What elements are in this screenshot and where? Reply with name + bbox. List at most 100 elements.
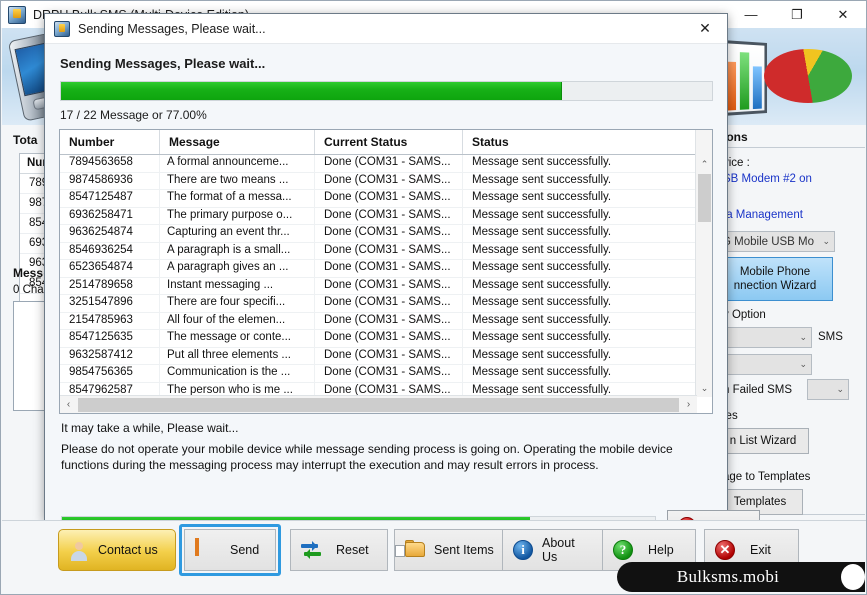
table-cell-number: 9636254874 xyxy=(60,225,160,242)
mobile-phone-connection-wizard-button[interactable]: Mobile Phone nnection Wizard xyxy=(717,257,833,301)
right-panel-fragment: ions vice : SB Modem #2 on ta Management… xyxy=(717,125,867,515)
table-cell-message: The message or conte... xyxy=(160,330,315,347)
scroll-up-icon[interactable]: ⌃ xyxy=(696,156,712,173)
chevron-down-icon: ⌄ xyxy=(836,384,844,394)
table-row[interactable]: 8547125635 The message or conte... Done (C… xyxy=(60,330,712,348)
table-cell-message: Put all three elements ... xyxy=(160,347,315,364)
table-cell-current: Done (COM31 - SAMS... xyxy=(315,260,463,277)
chevron-down-icon: ⌄ xyxy=(799,359,807,369)
failed-sms-select[interactable]: ⌄ xyxy=(807,379,849,400)
close-button[interactable]: ✕ xyxy=(820,1,866,28)
progress-status-text: 17 / 22 Message or 77.00% xyxy=(60,108,207,122)
table-cell-status: Message sent successfully. xyxy=(472,331,612,343)
table-cell-status: Message sent successfully. xyxy=(472,261,612,273)
table-cell-status: Message sent successfully. xyxy=(472,208,612,221)
table-row[interactable]: 8546936254 A paragraph is a small... Done … xyxy=(60,242,712,260)
table-cell-message: There are four specifi... xyxy=(160,295,315,312)
table-cell-number: 7894563658 xyxy=(60,155,160,172)
bottom-toolbar: Contact us Send Reset Sent Items i About… xyxy=(2,520,866,593)
scroll-left-icon[interactable]: ‹ xyxy=(60,399,77,410)
send-button[interactable]: Send xyxy=(184,529,276,571)
column-header-current-status[interactable]: Current Status xyxy=(315,130,463,154)
secondary-select[interactable]: ⌄ xyxy=(717,354,812,375)
grid-vertical-scrollbar[interactable]: ⌃ ⌄ xyxy=(695,130,712,397)
table-cell-message: Capturing an event thr... xyxy=(160,225,315,242)
sent-items-label: Sent Items xyxy=(434,543,494,557)
table-row[interactable]: 9632587412 Put all three elements ... Don… xyxy=(60,347,712,365)
table-cell-status: Message sent successfully. xyxy=(472,278,612,291)
chevron-down-icon: ⌄ xyxy=(799,332,807,342)
table-row[interactable]: 9854756365 Communication is the ... Done (… xyxy=(60,365,712,383)
dialog-app-icon xyxy=(54,20,70,37)
table-cell-status: Message sent successfully. xyxy=(472,191,612,203)
reset-label: Reset xyxy=(336,543,369,557)
table-row[interactable]: 2514789658 Instant messaging ... Done (COM… xyxy=(60,277,712,295)
grid-horizontal-scrollbar[interactable]: ‹ › xyxy=(60,395,697,413)
info-icon: i xyxy=(513,540,535,560)
delivery-option-select[interactable]: ⌄ xyxy=(717,327,812,348)
table-cell-status: Message sent successfully. xyxy=(472,156,612,168)
sending-messages-dialog: Sending Messages, Please wait... ✕ Sendi… xyxy=(44,13,760,554)
maximize-button[interactable]: ❐ xyxy=(774,1,820,28)
table-cell-status: Message sent successfully. xyxy=(472,348,612,361)
table-cell-current: Done (COM31 - SAMS... xyxy=(315,155,463,172)
contact-us-button[interactable]: Contact us xyxy=(58,529,176,571)
dialog-close-button[interactable]: ✕ xyxy=(683,14,727,43)
dialog-title-bar: Sending Messages, Please wait... ✕ xyxy=(45,14,727,44)
table-cell-message: There are two means ... xyxy=(160,172,315,189)
table-row[interactable]: 6523654874 A paragraph gives an ... Done (… xyxy=(60,260,712,278)
table-cell-number: 9874586936 xyxy=(60,172,160,189)
column-header-number[interactable]: Number xyxy=(60,130,160,154)
exit-icon: ✕ xyxy=(715,540,737,560)
help-label: Help xyxy=(648,543,674,557)
table-cell-current: Done (COM31 - SAMS... xyxy=(315,225,463,242)
table-row[interactable]: 7894563658 A formal announceme... Done (C… xyxy=(60,155,712,173)
table-cell-message: A paragraph gives an ... xyxy=(160,260,315,277)
dialog-body: Sending Messages, Please wait... 17 / 22… xyxy=(45,44,760,554)
table-cell-current: Done (COM31 - SAMS... xyxy=(315,277,463,294)
device-select[interactable]: G Mobile USB Mo ⌄ xyxy=(717,231,835,252)
table-cell-message: Communication is the ... xyxy=(160,365,315,382)
table-row[interactable]: 6936258471 The primary purpose o... Done (… xyxy=(60,207,712,225)
failed-sms-label: n Failed SMS xyxy=(723,384,793,396)
folder-icon xyxy=(395,540,427,560)
table-cell-message: A formal announceme... xyxy=(160,155,315,172)
contact-us-label: Contact us xyxy=(98,543,158,557)
scroll-down-icon[interactable]: ⌄ xyxy=(696,380,712,397)
table-cell-status: Message sent successfully. xyxy=(472,366,612,378)
scroll-right-icon[interactable]: › xyxy=(680,399,697,410)
list-wizard-button[interactable]: n List Wizard xyxy=(717,428,809,454)
table-row[interactable]: 2154785963 All four of the elemen... Done… xyxy=(60,312,712,330)
table-cell-message: The primary purpose o... xyxy=(160,207,315,224)
table-cell-status: Message sent successfully. xyxy=(472,243,612,256)
about-us-button[interactable]: i About Us xyxy=(502,529,604,571)
top-progress-fill xyxy=(61,82,563,100)
delivery-option-label: y Option xyxy=(723,309,766,321)
table-row[interactable]: 8547125487 The format of a messa... Done (… xyxy=(60,190,712,208)
table-cell-message: Instant messaging ... xyxy=(160,277,315,294)
table-cell-message: The format of a messa... xyxy=(160,190,315,207)
table-cell-current: Done (COM31 - SAMS... xyxy=(315,172,463,189)
vertical-scrollbar-thumb[interactable] xyxy=(698,174,711,222)
chevron-down-icon: ⌄ xyxy=(822,236,830,246)
reset-button[interactable]: Reset xyxy=(290,529,388,571)
minimize-button[interactable]: — xyxy=(728,1,774,28)
table-cell-current: Done (COM31 - SAMS... xyxy=(315,347,463,364)
table-cell-number: 9854756365 xyxy=(60,365,160,382)
table-row[interactable]: 3251547896 There are four specifi... Done … xyxy=(60,295,712,313)
exit-label: Exit xyxy=(750,543,771,557)
message-to-templates-label: age to Templates xyxy=(723,471,811,483)
sent-items-button[interactable]: Sent Items xyxy=(394,529,506,571)
horizontal-scrollbar-thumb[interactable] xyxy=(78,397,679,412)
message-status-grid[interactable]: Number Message Current Status Status 789… xyxy=(59,129,713,414)
column-header-message[interactable]: Message xyxy=(160,130,315,154)
grid-header-row: Number Message Current Status Status xyxy=(60,130,712,155)
table-cell-current: Done (COM31 - SAMS... xyxy=(315,312,463,329)
device-value: SB Modem #2 on xyxy=(723,173,812,185)
about-us-label: About Us xyxy=(542,536,575,564)
table-row[interactable]: 9636254874 Capturing an event thr... Done … xyxy=(60,225,712,243)
main-application-window: DRPU Bulk SMS (Multi-Device Edition) — ❐… xyxy=(0,0,867,595)
wizard-button-line2: nnection Wizard xyxy=(733,280,817,292)
table-row[interactable]: 9874586936 There are two means ... Done (C… xyxy=(60,172,712,190)
column-header-status[interactable]: Status xyxy=(463,130,698,154)
